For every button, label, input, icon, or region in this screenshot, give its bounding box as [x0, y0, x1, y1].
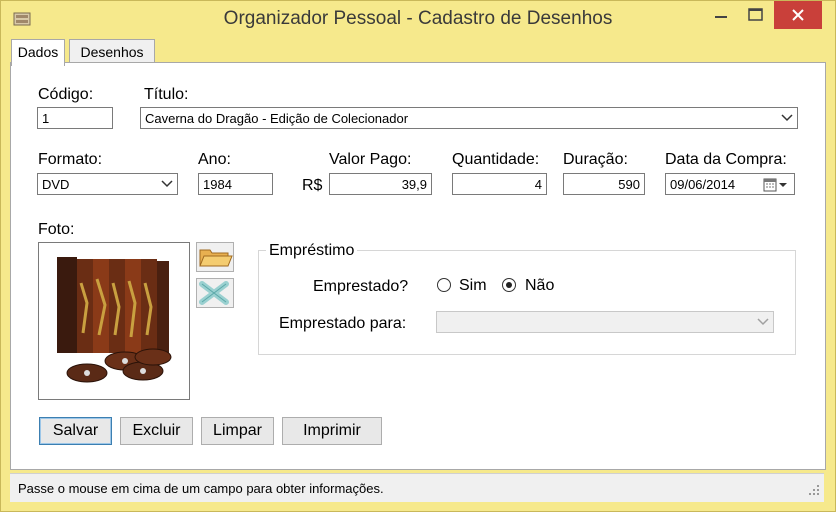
status-bar: Passe o mouse em cima de um campo para o… [10, 473, 824, 502]
emprestimo-group-title: Empréstimo [266, 242, 358, 260]
titulo-value: Caverna do Dragão - Edição de Colecionad… [145, 111, 409, 126]
duracao-label: Duração: [563, 151, 628, 168]
emprestado-para-select[interactable] [436, 311, 774, 333]
valor-pago-label: Valor Pago: [329, 151, 412, 168]
clear-image-icon[interactable] [196, 278, 234, 308]
foto-image [38, 242, 190, 400]
codigo-label: Código: [38, 86, 94, 103]
chevron-down-icon[interactable] [781, 108, 793, 128]
titulo-label: Título: [144, 86, 189, 103]
foto-label: Foto: [38, 221, 75, 238]
minimize-button[interactable] [701, 1, 743, 29]
radio-selected-dot [506, 282, 512, 288]
quantidade-input[interactable]: 4 [452, 173, 547, 195]
formato-value: DVD [42, 177, 70, 192]
emprestado-para-label: Emprestado para: [279, 315, 407, 332]
limpar-button[interactable]: Limpar [201, 417, 274, 445]
open-folder-icon[interactable] [196, 242, 234, 272]
radio-sim-label[interactable]: Sim [459, 277, 487, 295]
chevron-down-icon[interactable] [757, 312, 769, 332]
titulo-combobox[interactable]: Caverna do Dragão - Edição de Colecionad… [140, 107, 798, 129]
maximize-button[interactable] [738, 1, 774, 29]
ano-input[interactable]: 1984 [198, 173, 273, 195]
salvar-button[interactable]: Salvar [39, 417, 112, 445]
data-compra-value: 09/06/2014 [670, 177, 736, 192]
close-button[interactable] [774, 1, 822, 29]
formato-select[interactable]: DVD [37, 173, 178, 195]
title-bar[interactable]: Organizador Pessoal - Cadastro de Desenh… [1, 1, 835, 37]
radio-nao-label[interactable]: Não [525, 277, 554, 295]
imprimir-button[interactable]: Imprimir [282, 417, 382, 445]
tab-dados[interactable]: Dados [11, 39, 65, 66]
duracao-input[interactable]: 590 [563, 173, 645, 195]
currency-prefix: R$ [302, 177, 323, 194]
emprestado-label: Emprestado? [313, 278, 409, 295]
ano-label: Ano: [198, 151, 231, 168]
valor-pago-input[interactable]: 39,9 [329, 173, 432, 195]
resize-grip-icon[interactable] [808, 484, 820, 496]
tab-desenhos[interactable]: Desenhos [69, 39, 155, 64]
radio-nao[interactable] [502, 278, 516, 292]
radio-sim[interactable] [437, 278, 451, 292]
status-text: Passe o mouse em cima de um campo para o… [18, 481, 384, 496]
data-compra-picker[interactable]: 09/06/2014 [665, 173, 795, 195]
codigo-input[interactable]: 1 [37, 107, 113, 129]
quantidade-label: Quantidade: [452, 151, 540, 168]
data-compra-label: Data da Compra: [665, 151, 787, 168]
dvd-box-set-picture [57, 257, 172, 383]
chevron-down-icon[interactable] [161, 174, 173, 194]
emprestimo-group [258, 250, 796, 355]
formato-label: Formato: [38, 151, 103, 168]
calendar-dropdown-icon[interactable] [763, 176, 789, 194]
excluir-button[interactable]: Excluir [120, 417, 193, 445]
